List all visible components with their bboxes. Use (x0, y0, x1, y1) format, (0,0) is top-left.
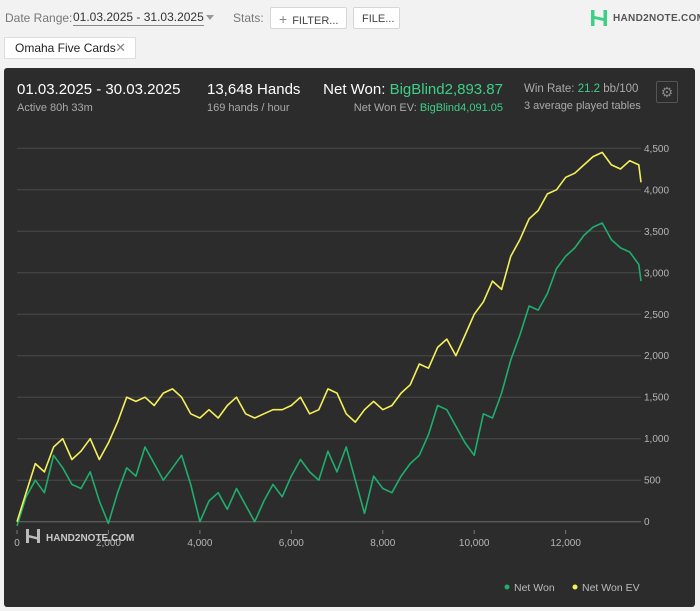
filter-tag[interactable]: Omaha Five Cards ✕ (4, 37, 136, 59)
logo-text: HAND2NOTE.COM (613, 13, 700, 24)
chart-grid (17, 147, 641, 523)
filter-tag-label: Omaha Five Cards (15, 41, 116, 55)
close-icon[interactable]: ✕ (115, 38, 126, 58)
watermark-logo-icon (26, 529, 40, 543)
chart-legend: Net Won Net Won EV (504, 582, 640, 594)
legend-marker-net-won (504, 584, 510, 590)
y-axis-ticks: 0 500 1,000 1,500 2,000 2,500 3,000 3,500 4,000 4… (644, 144, 669, 528)
legend-label-net-won[interactable]: Net Won (514, 582, 555, 594)
y-tick-label: 500 (644, 476, 661, 487)
chart-series (16, 151, 642, 527)
y-tick-label: 2,000 (644, 351, 669, 362)
plus-icon: + (279, 11, 288, 27)
file-button[interactable]: FILE... (353, 7, 400, 29)
top-bar: Date Range: 01.03.2025 - 31.03.2025 Stat… (0, 0, 700, 36)
legend-marker-net-won-ev (572, 584, 578, 590)
chart-watermark: HAND2NOTE.COM (26, 529, 134, 544)
y-tick-label: 2,500 (644, 310, 669, 321)
y-tick-label: 1,000 (644, 434, 669, 445)
y-tick-label: 4,000 (644, 185, 669, 196)
x-tick-label: 8,000 (370, 538, 395, 549)
x-tick-label: 10,000 (459, 538, 490, 549)
stats-label: Stats: (233, 11, 264, 25)
chevron-down-icon[interactable] (206, 15, 214, 20)
x-tick-label: 0 (14, 538, 20, 549)
x-tick-label: 6,000 (279, 538, 304, 549)
profit-chart: 0 2,000 4,000 6,000 8,000 10,000 12,000 0 500 1,… (14, 144, 669, 594)
filter-button-label: FILTER... (292, 15, 339, 27)
date-range-label: Date Range: (5, 11, 73, 25)
y-tick-label: 1,500 (644, 393, 669, 404)
y-tick-label: 3,000 (644, 268, 669, 279)
watermark-text: HAND2NOTE.COM (46, 533, 134, 544)
date-range-picker[interactable]: 01.03.2025 - 31.03.2025 (73, 10, 204, 26)
x-tick-label: 12,000 (550, 538, 581, 549)
x-tick-label: 4,000 (187, 538, 212, 549)
y-tick-label: 0 (644, 517, 650, 528)
y-tick-label: 4,500 (644, 144, 669, 155)
filter-button[interactable]: + FILTER... (270, 7, 347, 29)
hand2note-logo-icon (591, 10, 607, 26)
legend-label-net-won-ev[interactable]: Net Won EV (582, 582, 640, 594)
y-tick-label: 3,500 (644, 227, 669, 238)
series-line-net-won-ev (16, 151, 642, 522)
